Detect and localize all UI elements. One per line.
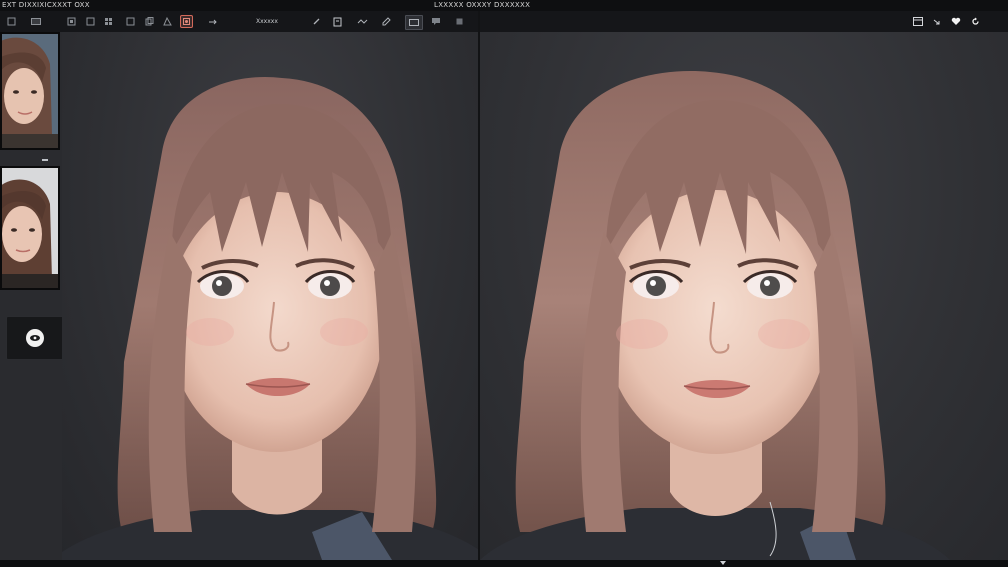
copy-icon[interactable] xyxy=(143,15,156,28)
thumbnail-sidebar xyxy=(0,32,64,560)
eye-icon xyxy=(26,329,44,347)
portrait-thumbnail-image xyxy=(2,34,58,148)
before-view-canvas[interactable] xyxy=(62,32,478,560)
tool-label[interactable]: Xxxxxx xyxy=(256,15,278,28)
arrow-label-icon[interactable] xyxy=(208,15,218,28)
cube-icon[interactable] xyxy=(453,15,466,28)
brush-icon[interactable] xyxy=(380,15,393,28)
image-icon[interactable] xyxy=(124,15,137,28)
after-view-canvas[interactable] xyxy=(480,32,1008,560)
status-bar xyxy=(0,560,1008,567)
heart-icon[interactable] xyxy=(949,15,962,28)
panel-toggle-button[interactable] xyxy=(405,15,423,30)
app-title: EXT DIXXIXICXXXT OXX xyxy=(2,1,90,9)
arrow-icon[interactable] xyxy=(930,15,943,28)
record-icon[interactable] xyxy=(180,15,193,28)
portrait-thumbnail-1[interactable] xyxy=(0,32,60,150)
chat-icon[interactable] xyxy=(429,15,442,28)
portrait-thumbnail-image xyxy=(2,168,58,288)
preview-toggle-button[interactable] xyxy=(6,316,64,360)
wave-icon[interactable] xyxy=(356,15,369,28)
document-icon[interactable] xyxy=(331,15,344,28)
crop-icon[interactable] xyxy=(29,15,42,28)
pen-icon[interactable] xyxy=(310,15,323,28)
portrait-render-before xyxy=(62,76,478,560)
portrait-render-after xyxy=(480,71,950,560)
title-bar: EXT DIXXIXICXXXT OXX LXXXXX OXXXY DXXXXX… xyxy=(0,0,1008,11)
document-title: LXXXXX OXXXY DXXXXXX xyxy=(434,1,531,9)
caret-down-icon[interactable] xyxy=(720,561,726,565)
grid-icon[interactable] xyxy=(102,15,115,28)
toolbar: Xxxxxx xyxy=(0,11,1008,33)
portrait-thumbnail-2[interactable] xyxy=(0,166,60,290)
select-icon[interactable] xyxy=(161,15,174,28)
refresh-icon[interactable] xyxy=(969,15,982,28)
window-icon[interactable] xyxy=(911,15,924,28)
square-icon[interactable] xyxy=(5,15,18,28)
frame-icon[interactable] xyxy=(65,15,78,28)
layers-icon[interactable] xyxy=(84,15,97,28)
thumbnail-separator xyxy=(42,159,48,161)
